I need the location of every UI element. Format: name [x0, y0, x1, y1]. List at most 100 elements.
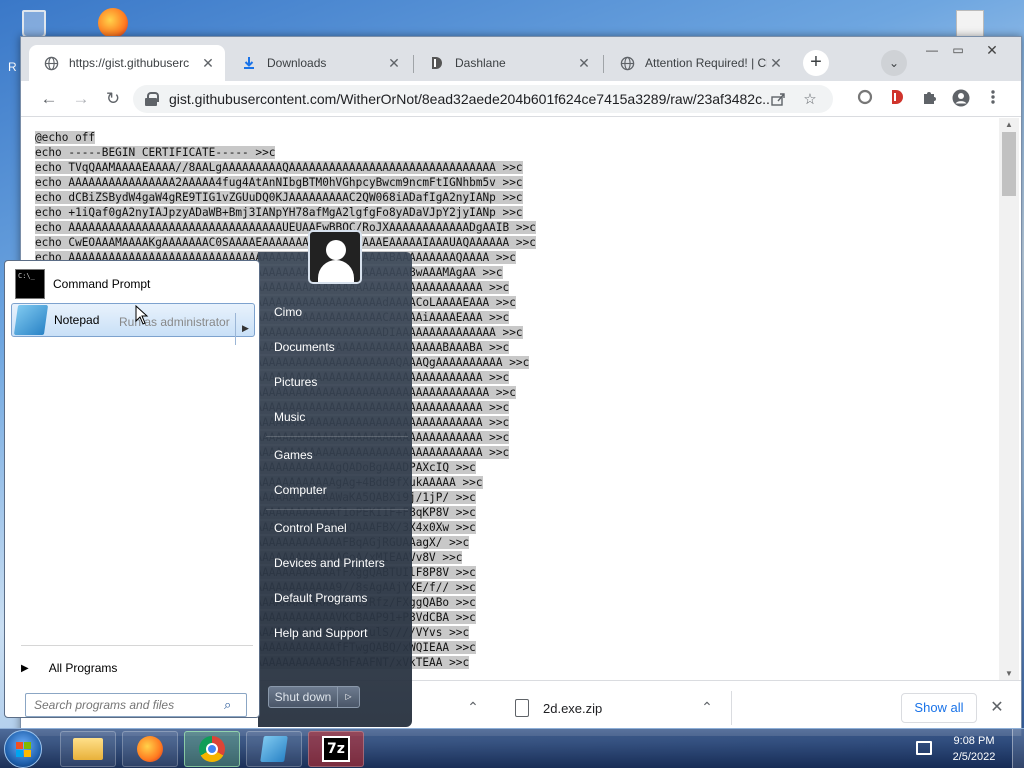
start-link-control-panel[interactable]: Control Panel — [274, 521, 347, 535]
start-link-devices-and-printers[interactable]: Devices and Printers — [274, 556, 385, 570]
extension-circle-icon[interactable] — [855, 89, 875, 109]
show-all-button[interactable]: Show all — [901, 693, 977, 723]
minimize-button[interactable]: — — [919, 41, 945, 59]
code-line: @echo off — [35, 130, 536, 145]
explorer-icon — [73, 738, 103, 760]
tab-title: Dashlane — [455, 56, 506, 70]
download-item-chevron-icon[interactable]: ⌃ — [463, 699, 483, 716]
system-clock[interactable]: 9:08 PM 2/5/2022 — [944, 733, 1004, 765]
vertical-scrollbar[interactable]: ▲ ▼ — [999, 118, 1019, 680]
tab-close-icon[interactable]: ✕ — [385, 55, 403, 72]
dashlane-ext-icon[interactable] — [887, 89, 907, 109]
scrollbar-thumb[interactable] — [1002, 132, 1016, 196]
clock-date: 2/5/2022 — [952, 751, 996, 763]
notepad-icon — [13, 305, 49, 335]
shut-down-options-arrow-icon[interactable]: ▷ — [338, 686, 360, 708]
maximize-button[interactable]: ▭ — [945, 41, 971, 59]
download-item-chevron-icon[interactable]: ⌃ — [697, 699, 717, 716]
expand-arrow-icon: ▶ — [21, 662, 29, 674]
chrome-icon — [199, 736, 225, 762]
firefox-desktop-icon[interactable] — [92, 4, 132, 40]
user-avatar[interactable] — [308, 230, 362, 284]
tab-gist[interactable]: https://gist.githubuserc ✕ — [29, 45, 225, 81]
back-button[interactable]: ← — [37, 87, 61, 111]
close-window-button[interactable]: ✕ — [979, 41, 1005, 59]
forward-button[interactable]: → — [69, 87, 93, 111]
start-link-computer[interactable]: Computer — [274, 483, 327, 497]
download-icon — [241, 55, 257, 71]
start-link-games[interactable]: Games — [274, 448, 313, 462]
scroll-up-arrow-icon[interactable]: ▲ — [1005, 120, 1013, 129]
tab-attention-required[interactable]: Attention Required! | Cl ✕ — [605, 45, 793, 81]
start-menu: C:\_ Command Prompt Notepad Run as admin… — [0, 230, 412, 727]
start-link-default-programs[interactable]: Default Programs — [274, 591, 367, 605]
new-tab-button[interactable]: + — [803, 50, 829, 76]
tab-separator — [603, 55, 604, 73]
taskbar-firefox[interactable] — [122, 731, 178, 767]
start-button[interactable] — [4, 730, 42, 768]
code-line-text: echo CwEOAAAMAAAAKgAAAAAAAC0SAAAAEAAAAAA… — [35, 236, 536, 249]
reload-button[interactable]: ↻ — [101, 87, 125, 111]
close-downloads-bar-icon[interactable]: ✕ — [987, 697, 1007, 717]
file-icon — [515, 699, 529, 717]
tab-title: Downloads — [267, 56, 327, 70]
taskbar-notepad[interactable] — [246, 731, 302, 767]
divider — [731, 691, 732, 725]
lock-icon[interactable] — [145, 92, 159, 106]
tab-downloads[interactable]: Downloads ✕ — [227, 45, 411, 81]
show-desktop-button[interactable] — [1012, 729, 1024, 768]
tab-close-icon[interactable]: ✕ — [199, 55, 217, 72]
tab-close-icon[interactable]: ✕ — [575, 55, 593, 72]
code-line-text: echo -----BEGIN CERTIFICATE----- >>c — [35, 146, 276, 159]
code-line: echo TVqQAAMAAAAEAAAA//8AALgAAAAAAAAAQAA… — [35, 160, 536, 175]
code-line-text: @echo off — [35, 131, 96, 144]
shut-down-button[interactable]: Shut down — [268, 686, 338, 708]
code-line-text: echo +1iQaf0gA2nyIAJpzyADaWB+Bmj3IANpYH7… — [35, 206, 523, 219]
start-search-box[interactable]: ⌕ — [25, 693, 247, 717]
windows-logo-icon — [16, 742, 32, 758]
program-command-prompt[interactable]: C:\_ Command Prompt — [11, 267, 255, 301]
url-text[interactable]: gist.githubusercontent.com/WitherOrNot/8… — [169, 91, 769, 107]
program-label: Notepad — [54, 313, 100, 327]
all-programs-button[interactable]: ▶ All Programs — [21, 659, 117, 677]
code-line: echo -----BEGIN CERTIFICATE----- >>c — [35, 145, 536, 160]
code-line: echo CwEOAAAMAAAAKgAAAAAAAC0SAAAAEAAAAAA… — [35, 235, 536, 250]
taskbar-chrome[interactable] — [184, 731, 240, 767]
recycle-bin-icon[interactable] — [14, 4, 54, 40]
tab-title: https://gist.githubuserc — [69, 56, 190, 70]
clock-time: 9:08 PM — [953, 735, 995, 747]
divider — [21, 645, 253, 646]
divider — [266, 509, 408, 510]
taskbar-explorer[interactable] — [60, 731, 116, 767]
profile-icon[interactable] — [951, 89, 971, 109]
tab-separator — [413, 55, 414, 73]
start-link-music[interactable]: Music — [274, 410, 305, 424]
bookmark-star-icon[interactable]: ☆ — [801, 91, 819, 109]
tab-dashlane[interactable]: Dashlane ✕ — [415, 45, 601, 81]
start-menu-left-pane: C:\_ Command Prompt Notepad Run as admin… — [4, 260, 260, 718]
address-bar[interactable]: gist.githubusercontent.com/WitherOrNot/8… — [133, 85, 833, 113]
cmd-icon: C:\_ — [15, 269, 45, 299]
start-link-pictures[interactable]: Pictures — [274, 375, 317, 389]
tab-search-button[interactable]: ⌄ — [881, 50, 907, 76]
code-line-text: echo AAAAAAAAAAAAAAAA2AAAAA4fug4AtAnNIbg… — [35, 176, 523, 189]
taskbar-7zip[interactable]: 7z — [308, 731, 364, 767]
start-link-help-and-support[interactable]: Help and Support — [274, 626, 367, 640]
kebab-menu-icon[interactable] — [983, 89, 1003, 109]
share-icon[interactable] — [769, 91, 787, 109]
mouse-cursor-icon — [135, 305, 149, 325]
download-file-name[interactable]: 2d.exe.zip — [543, 701, 602, 716]
firefox-icon — [137, 736, 163, 762]
start-link-user[interactable]: Cimo — [274, 305, 302, 319]
code-line-text: echo TVqQAAMAAAAEAAAA//8AALgAAAAAAAAAQAA… — [35, 161, 523, 174]
search-icon[interactable]: ⌕ — [224, 697, 240, 713]
puzzle-icon[interactable] — [919, 89, 939, 109]
jumplist-arrow-icon[interactable]: ▶ — [235, 313, 255, 345]
search-input[interactable] — [26, 694, 216, 716]
network-icon[interactable] — [916, 741, 932, 755]
globe-icon — [619, 55, 635, 71]
scroll-down-arrow-icon[interactable]: ▼ — [1005, 669, 1013, 678]
start-link-documents[interactable]: Documents — [274, 340, 335, 354]
tab-title: Attention Required! | Cl — [645, 56, 767, 70]
tab-close-icon[interactable]: ✕ — [767, 55, 785, 72]
